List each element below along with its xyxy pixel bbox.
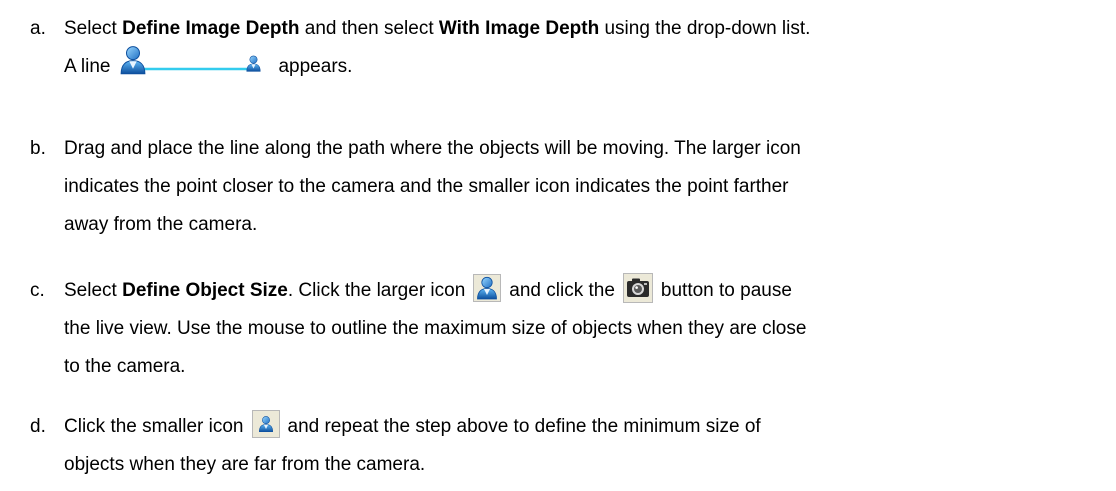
step-line: the live view. Use the mouse to outline … [64,318,807,339]
step-text: Select Define Image Depth and then selec… [64,10,1109,86]
step-letter: c. [30,280,45,301]
step-letter: d. [30,416,46,437]
step-line: A line appears. [64,48,1109,86]
menu-option-define-object-size: Define Object Size [122,280,288,301]
instruction-page: a. Select Define Image Depth and then se… [0,0,1116,491]
step-line: to the camera. [64,356,186,377]
step-text: Click the smaller icon and repeat the ste… [64,408,1109,484]
menu-option-with-image-depth: With Image Depth [438,18,600,39]
step-letter: a. [30,18,46,39]
person-large-icon [473,273,502,302]
step-line: away from the camera. [64,214,258,235]
step-line: Click the smaller icon and repeat the ste… [64,408,1109,446]
step-text: Drag and place the line along the path w… [64,130,1109,244]
person-small-icon [251,409,280,438]
step-line: Select Define Object Size. Click the lar… [64,272,1109,310]
depth-line-icon [118,45,270,77]
step-line: Drag and place the line along the path w… [64,138,801,159]
step-line: objects when they are far from the camer… [64,454,426,475]
step-line: indicates the point closer to the camera… [64,176,789,197]
step-letter: b. [30,138,46,159]
step-line: Select Define Image Depth and then selec… [64,18,811,39]
menu-option-define-image-depth: Define Image Depth [122,18,300,39]
camera-snapshot-icon [622,272,653,303]
step-text: Select Define Object Size. Click the lar… [64,272,1109,386]
